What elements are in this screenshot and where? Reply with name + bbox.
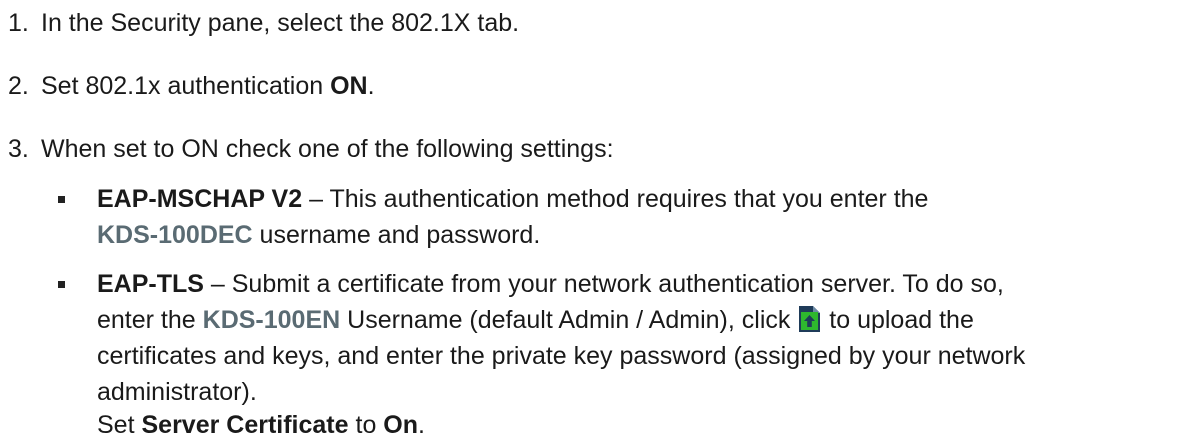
step-text: When set to ON check one of the followin… xyxy=(41,135,614,163)
bullet-text: – This authentication method requires th… xyxy=(302,185,929,213)
product-name: KDS-100EN xyxy=(202,306,341,334)
step-2: 2. Set 802.1x authentication ON. xyxy=(8,68,375,104)
bullet-marker xyxy=(58,196,65,203)
step-text: In the Security pane, select the 802.1X … xyxy=(41,9,520,37)
bullet-text: Username (default Admin / Admin), click xyxy=(340,306,798,334)
bullet-text: certificates and keys, and enter the pri… xyxy=(97,342,1026,370)
bullet-marker xyxy=(58,281,65,288)
bullet-tls-line-5: Set Server Certificate to On. xyxy=(97,407,425,443)
bullet-text: . xyxy=(418,411,425,439)
product-name: KDS-100DEC xyxy=(97,221,253,249)
bullet-tls-line-1: EAP-TLS – Submit a certificate from your… xyxy=(97,266,1004,302)
bullet-term: EAP-MSCHAP V2 xyxy=(97,185,303,213)
setting-value: On xyxy=(383,411,419,439)
bullet-term: EAP-TLS xyxy=(97,270,204,298)
step-number: 1. xyxy=(8,9,29,37)
bullet-text: administrator). xyxy=(97,378,257,406)
bullet-tls-line-2: enter the KDS-100EN Username (default Ad… xyxy=(97,302,974,338)
bullet-mschap-line-2: KDS-100DEC username and password. xyxy=(97,217,540,253)
bullet-tls-line-3: certificates and keys, and enter the pri… xyxy=(97,338,1025,374)
setting-name: Server Certificate xyxy=(141,411,349,439)
step-3: 3. When set to ON check one of the follow… xyxy=(8,131,614,167)
step-number: 3. xyxy=(8,135,29,163)
bullet-text: Set xyxy=(97,411,142,439)
step-1: 1. In the Security pane, select the 802.1… xyxy=(8,5,519,41)
bullet-mschap-line-1: EAP-MSCHAP V2 – This authentication meth… xyxy=(97,181,928,217)
bullet-text: username and password. xyxy=(252,221,541,249)
bullet-text: to upload the xyxy=(822,306,974,334)
bullet-text: – Submit a certificate from your network… xyxy=(203,270,1004,298)
step-bold-value: ON xyxy=(330,72,368,100)
step-text: Set 802.1x authentication xyxy=(41,72,331,100)
bullet-text: enter the xyxy=(97,306,203,334)
upload-file-icon xyxy=(799,306,821,332)
step-text-end: . xyxy=(367,72,375,100)
step-number: 2. xyxy=(8,72,29,100)
bullet-text: to xyxy=(348,411,384,439)
bullet-tls-line-4: administrator). xyxy=(97,374,257,410)
